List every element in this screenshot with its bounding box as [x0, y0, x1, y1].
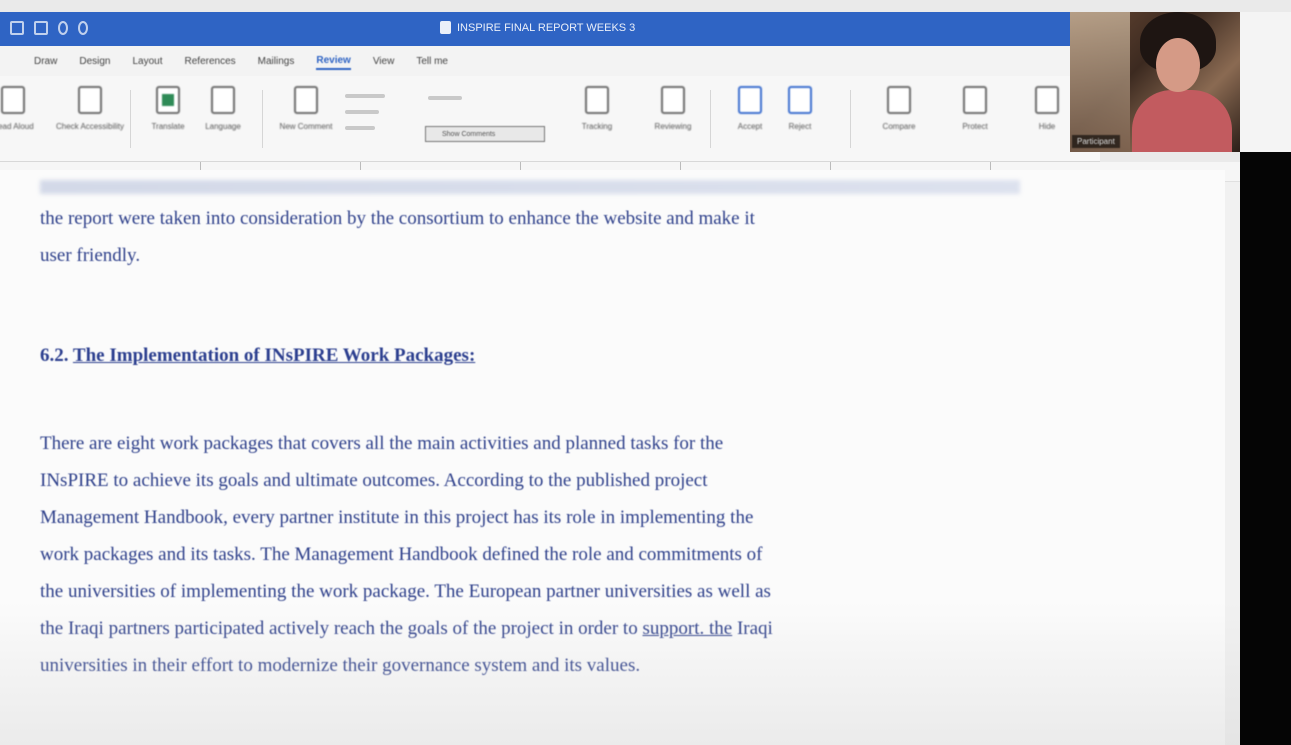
paragraph-website: the report were taken into consideration…	[40, 200, 755, 274]
resolve-control[interactable]	[428, 96, 462, 100]
translate-icon	[156, 86, 180, 114]
check-accessibility-label: Check Accessibility	[55, 122, 125, 131]
translate-label: Translate	[151, 122, 185, 131]
ribbon-divider	[262, 90, 263, 148]
document-page[interactable]: the report were taken into consideration…	[0, 170, 1225, 745]
tab-review[interactable]: Review	[316, 53, 351, 70]
check-accessibility-button[interactable]: Check Accessibility	[55, 86, 125, 131]
show-comments-button[interactable]: Show Comments	[425, 126, 545, 142]
tab-mailings[interactable]: Mailings	[258, 54, 295, 69]
tab-references[interactable]: References	[185, 54, 236, 69]
window-corner	[1240, 12, 1291, 152]
tab-design[interactable]: Design	[79, 54, 110, 69]
next-comment-control[interactable]	[345, 126, 375, 130]
paragraph-work-packages: There are eight work packages that cover…	[40, 425, 773, 684]
text-line: INsPIRE to achieve its goals and ultimat…	[40, 470, 708, 491]
text-line: work packages and its tasks. The Managem…	[40, 544, 763, 565]
clipped-text-line	[40, 180, 1020, 194]
text-line: user friendly.	[40, 245, 141, 266]
black-margin	[1240, 152, 1291, 745]
save-icon[interactable]	[34, 21, 48, 35]
protect-label: Protect	[962, 122, 988, 131]
underlined-text: support. the	[642, 618, 733, 639]
heading-number: 6.2.	[40, 345, 69, 366]
language-icon	[211, 86, 235, 114]
autosave-icon[interactable]	[10, 21, 24, 35]
text-line: the report were taken into consideration…	[40, 208, 755, 229]
document-title: INSPIRE FINAL REPORT WEEKS 3	[440, 21, 635, 34]
read-aloud-button[interactable]: Read Aloud	[0, 86, 48, 131]
hide-ink-icon	[1035, 86, 1059, 114]
text-segment: the Iraqi partners participated actively…	[40, 618, 643, 639]
read-aloud-icon	[1, 86, 25, 114]
reject-label: Reject	[788, 122, 812, 131]
undo-icon[interactable]	[58, 21, 68, 35]
comment-icon	[294, 86, 318, 114]
tracking-icon	[585, 86, 609, 114]
section-heading: 6.2. The Implementation of INsPIRE Work …	[40, 345, 475, 367]
tab-view[interactable]: View	[373, 54, 395, 69]
read-aloud-label: Read Aloud	[0, 122, 34, 131]
delete-comment-control[interactable]	[345, 94, 385, 98]
webcam-background	[1070, 12, 1130, 152]
redo-icon[interactable]	[78, 21, 88, 35]
ribbon-tabs: Draw Design Layout References Mailings R…	[0, 46, 1100, 76]
accept-icon	[738, 86, 762, 114]
tracking-button[interactable]: Tracking	[562, 86, 632, 131]
text-line: Management Handbook, every partner insti…	[40, 507, 754, 528]
reviewing-label: Reviewing	[654, 122, 692, 131]
protect-icon	[963, 86, 987, 114]
ribbon-divider	[850, 90, 851, 148]
compare-button[interactable]: Compare	[864, 86, 934, 131]
text-segment: Iraqi	[732, 618, 773, 639]
language-button[interactable]: Language	[188, 86, 258, 131]
participant-body	[1132, 90, 1232, 152]
new-comment-label: New Comment	[279, 122, 333, 131]
document-area: the report were taken into consideration…	[0, 162, 1240, 745]
accessibility-icon	[78, 86, 102, 114]
tracking-label: Tracking	[581, 122, 613, 131]
screen: INSPIRE FINAL REPORT WEEKS 3 Draw Design…	[0, 0, 1291, 745]
participant-face	[1156, 38, 1200, 92]
accept-label: Accept	[737, 122, 763, 131]
text-line: There are eight work packages that cover…	[40, 433, 724, 454]
reject-button[interactable]: Reject	[765, 86, 835, 131]
title-bar: INSPIRE FINAL REPORT WEEKS 3	[0, 12, 1070, 46]
tab-layout[interactable]: Layout	[132, 54, 162, 69]
previous-comment-control[interactable]	[345, 110, 379, 114]
language-label: Language	[205, 122, 241, 131]
participant-name: Participant	[1072, 135, 1120, 148]
text-line: the universities of implementing the wor…	[40, 581, 771, 602]
ribbon: Read Aloud Check Accessibility Translate…	[0, 76, 1100, 162]
document-title-text: INSPIRE FINAL REPORT WEEKS 3	[457, 21, 636, 34]
reviewing-icon	[661, 86, 685, 114]
new-comment-button[interactable]: New Comment	[271, 86, 341, 131]
tab-tell-me[interactable]: Tell me	[416, 54, 448, 69]
text-line: universities in their effort to moderniz…	[40, 655, 641, 676]
document-icon	[440, 21, 451, 34]
reviewing-button[interactable]: Reviewing	[638, 86, 708, 131]
ribbon-divider	[710, 90, 711, 148]
reject-icon	[788, 86, 812, 114]
heading-text: The Implementation of INsPIRE Work Packa…	[72, 345, 476, 366]
quick-access-toolbar	[10, 21, 88, 35]
ribbon-divider	[130, 90, 131, 148]
protect-button[interactable]: Protect	[940, 86, 1010, 131]
tab-draw[interactable]: Draw	[34, 54, 57, 69]
webcam-video: Participant	[1070, 12, 1240, 152]
compare-label: Compare	[882, 122, 916, 131]
text-line: the Iraqi partners participated actively…	[40, 610, 773, 647]
hide-ink-label: Hide	[1038, 122, 1056, 131]
compare-icon	[887, 86, 911, 114]
